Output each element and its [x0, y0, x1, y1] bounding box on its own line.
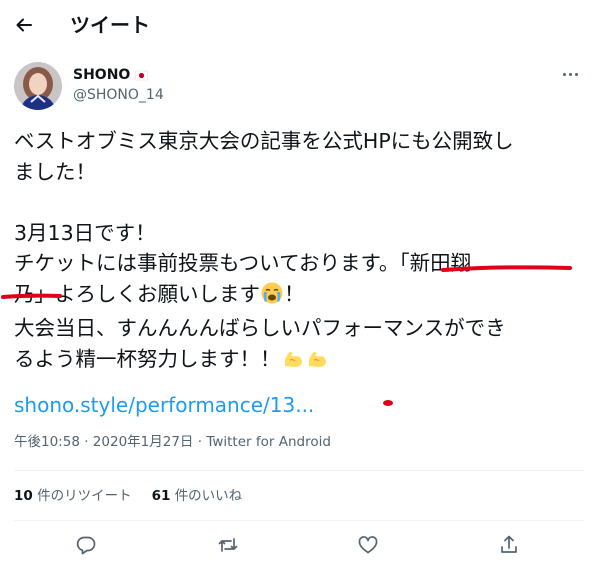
more-options-button[interactable]: [556, 64, 584, 84]
tweet-link[interactable]: shono.style/performance/13...: [14, 390, 314, 420]
tweet-source[interactable]: Twitter for Android: [206, 434, 331, 450]
tweet-text: ベストオブミス東京大会の記事を公式HPにも公開致し ました！ 3月13日です！ …: [14, 126, 584, 378]
avatar[interactable]: [14, 62, 62, 110]
tweet-timestamp: 午後10:58 · 2020年1月27日 · Twitter for Andro…: [14, 432, 331, 452]
divider: [14, 520, 584, 521]
reply-icon: [76, 536, 96, 555]
tweet-author: SHONO @SHONO_14: [73, 66, 164, 104]
retweet-icon: [218, 538, 238, 552]
japan-flag-icon: [135, 69, 149, 82]
tweet-line-text: るよう精一杯努力します！！: [14, 346, 281, 371]
crying-face-emoji-icon: [260, 281, 284, 314]
retweets-count: 10: [14, 488, 33, 504]
likes-label: 件のいいね: [174, 488, 243, 504]
tweet-line: 大会当日、すんんんんばらしいパフォーマンスができ: [14, 316, 506, 340]
display-name[interactable]: SHONO: [73, 66, 164, 84]
tweet-line: チケットには事前投票もついております。「新田翔: [14, 251, 472, 275]
flexed-biceps-emoji-icon: [305, 346, 329, 379]
tweet-stats: 10 件のリツイート 61 件のいいね: [14, 485, 242, 507]
tweet-line-text: ！: [284, 281, 305, 306]
arrow-left-icon: [16, 18, 32, 32]
like-button[interactable]: [355, 532, 381, 558]
meta-separator: ·: [197, 434, 203, 450]
back-button[interactable]: [10, 11, 38, 39]
tweet-date[interactable]: 2020年1月27日: [93, 434, 194, 450]
avatar-image: [14, 62, 62, 110]
share-button[interactable]: [496, 532, 522, 558]
divider: [14, 470, 584, 471]
tweet-line: ベストオブミス東京大会の記事を公式HPにも公開致し: [14, 129, 514, 153]
tweet-actions: [0, 530, 595, 560]
author-handle[interactable]: @SHONO_14: [73, 86, 164, 104]
like-icon: [358, 536, 378, 554]
author-name: SHONO: [73, 67, 131, 83]
tweet-line: ました！: [14, 159, 96, 184]
page-title: ツイート: [70, 13, 150, 37]
share-icon: [501, 535, 517, 553]
likes-count: 61: [151, 488, 171, 504]
retweet-button[interactable]: [215, 532, 241, 558]
reply-button[interactable]: [73, 532, 99, 558]
tweet-line: 3月13日です！: [14, 220, 156, 245]
meta-separator: ·: [84, 434, 89, 450]
tweet-line: るよう精一杯努力します！！: [14, 344, 584, 379]
retweets-label: 件のリツイート: [37, 488, 132, 504]
top-bar: ツイート: [0, 0, 595, 50]
more-icon: [562, 72, 578, 76]
flexed-biceps-emoji-icon: [281, 346, 305, 379]
tweet-line: 乃」よろしくお願いします ！: [14, 279, 584, 314]
tweet-line-text: 乃」よろしくお願いします: [14, 281, 260, 306]
tweet-time[interactable]: 午後10:58: [14, 434, 80, 450]
tweet-blank-line: [14, 187, 584, 218]
likes-stat[interactable]: 61 件のいいね: [152, 485, 243, 507]
red-dot-mark: [383, 400, 393, 406]
retweets-stat[interactable]: 10 件のリツイート: [14, 485, 132, 507]
